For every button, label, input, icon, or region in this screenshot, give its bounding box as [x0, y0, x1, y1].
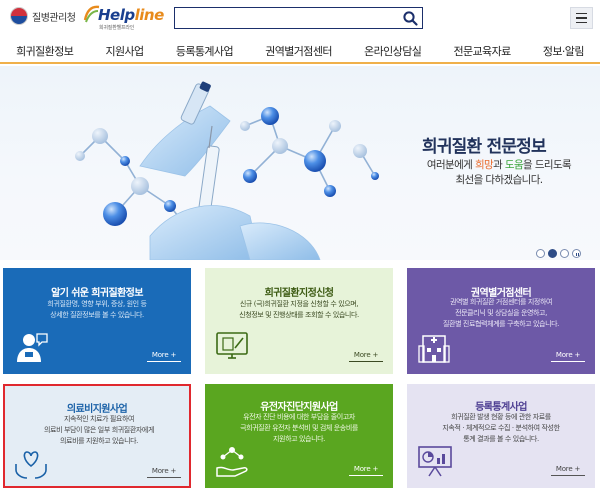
card-title: 희귀질환지정신청 — [264, 288, 334, 299]
card-genetic-diagnosis-support[interactable]: 유전자진단지원사업 유전자 진단 비용에 대한 부담을 줄이고자 극희귀질환 유전… — [205, 384, 393, 488]
search-icon[interactable] — [402, 10, 419, 27]
helpline-subtitle: 희귀질환헬프라인 — [99, 25, 135, 31]
card-medical-expense-support[interactable]: 의료비지원사업 지속적인 치료가 필요하여 의료비 부담이 많은 일부 희귀질환자… — [3, 384, 191, 488]
hero-subtitle: 여러분에게 희망과 도움을 드리도록 최선을 다하겠습니다. — [426, 159, 572, 186]
nav-item-notices[interactable]: 정보·알림 — [543, 43, 585, 59]
nav-item-rare-disease-info[interactable]: 희귀질환정보 — [16, 43, 74, 59]
slide-dot-2[interactable] — [548, 249, 557, 258]
card-title: 알기 쉬운 희귀질환정보 — [51, 288, 143, 299]
card-title: 유전자진단지원사업 — [260, 402, 338, 413]
card-designation-application[interactable]: 희귀질환지정신청 신규 (극)희귀질환 지정을 신청할 수 있으며, 신청정보 및… — [205, 268, 393, 374]
nav-item-support-programs[interactable]: 지원사업 — [106, 43, 145, 59]
card-description: 권역별 희귀질환 거점센터를 지정하여 전문클리닉 및 상담실을 운영하고, 질환별… — [442, 298, 560, 328]
card-description: 신규 (극)희귀질환 지정을 신청할 수 있으며, 신청정보 및 진행상태를 조회… — [239, 300, 359, 319]
more-button[interactable]: More + — [551, 348, 585, 362]
pause-icon[interactable] — [572, 249, 581, 258]
presentation-chart-icon — [418, 446, 452, 477]
hero-banner: 희귀질환 전문정보 여러분에게 희망과 도움을 드리도록 최선을 다하겠습니다. — [0, 66, 600, 260]
search-bar — [174, 7, 423, 30]
nav-item-regional-centers[interactable]: 권역별거점센터 — [265, 43, 332, 59]
nav-item-education-materials[interactable]: 전문교육자료 — [453, 43, 511, 59]
nav-item-online-counseling[interactable]: 온라인상담실 — [364, 43, 422, 59]
helpline-title: Helpline — [98, 6, 164, 24]
hero-title: 희귀질환 전문정보 — [422, 137, 547, 157]
card-description: 유전자 진단 비용에 대한 부담을 줄이고자 극희귀질환 유전자 분석비 및 검체… — [240, 413, 358, 443]
slide-dot-3[interactable] — [560, 249, 569, 258]
card-title: 의료비지원사업 — [66, 404, 128, 415]
helpline-logo[interactable]: Helpline 희귀질환헬프라인 — [83, 2, 164, 34]
card-title: 등록통계사업 — [475, 402, 527, 413]
more-button[interactable]: More + — [147, 348, 181, 362]
more-button[interactable]: More + — [349, 462, 383, 476]
nav-item-registry-statistics[interactable]: 등록통계사업 — [176, 43, 234, 59]
hamburger-menu-icon[interactable] — [570, 7, 593, 29]
more-button[interactable]: More + — [551, 462, 585, 476]
slide-indicators — [536, 249, 581, 258]
site-header: 질병관리청 Helpline 희귀질환헬프라인 — [0, 0, 600, 40]
kdca-logo[interactable]: 질병관리청 — [10, 7, 76, 25]
card-description: 희귀질환명, 영향 부위, 증상, 원인 등 상세한 질환정보를 볼 수 있습니다… — [47, 300, 147, 319]
card-regional-centers[interactable]: 권역별거점센터 권역별 희귀질환 거점센터를 지정하여 전문클리닉 및 상담실을 … — [407, 268, 595, 374]
agency-name: 질병관리청 — [32, 12, 76, 24]
hospital-building-icon — [418, 335, 450, 363]
taegeuk-emblem-icon — [10, 7, 28, 25]
card-rare-disease-info[interactable]: 알기 쉬운 희귀질환정보 희귀질환명, 영향 부위, 증상, 원인 등 상세한 질… — [3, 268, 191, 374]
hands-heart-icon — [15, 451, 47, 479]
more-button[interactable]: More + — [147, 464, 181, 478]
more-button[interactable]: More + — [349, 348, 383, 362]
slide-dot-1[interactable] — [536, 249, 545, 258]
hand-molecule-icon — [216, 447, 248, 477]
consultation-person-icon — [17, 333, 48, 362]
main-navigation: 희귀질환정보 지원사업 등록통계사업 권역별거점센터 온라인상담실 전문교육자료… — [0, 40, 600, 64]
card-description: 지속적인 치료가 필요하여 의료비 부담이 많은 일부 희귀질환자에게 의료비를 지… — [44, 415, 154, 445]
search-input[interactable] — [175, 9, 395, 30]
monitor-document-icon — [216, 332, 248, 359]
card-registry-statistics[interactable]: 등록통계사업 희귀질환 발생 현황 등에 관한 자료를 지속적 · 체계적으로 수… — [407, 384, 595, 488]
card-description: 희귀질환 발생 현황 등에 관한 자료를 지속적 · 체계적으로 수집 · 분석하… — [442, 413, 560, 443]
